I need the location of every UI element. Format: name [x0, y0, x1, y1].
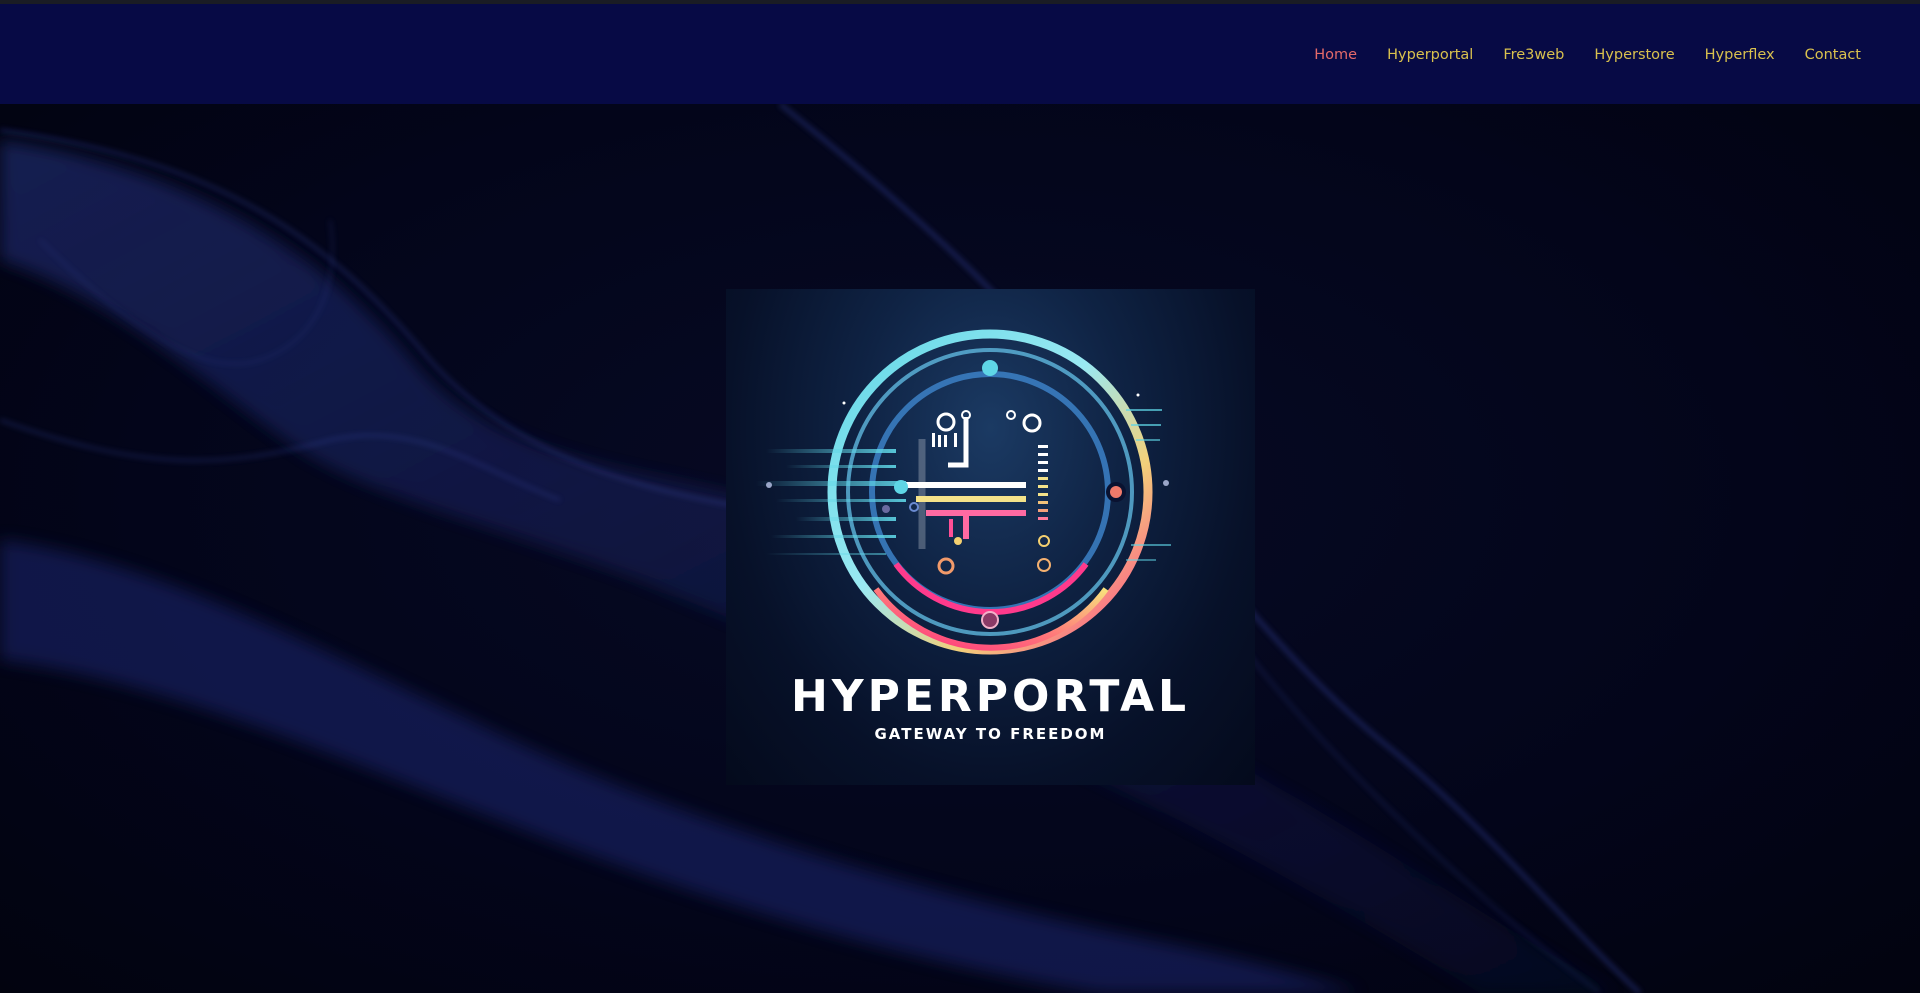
nav-item-home[interactable]: Home	[1299, 46, 1372, 64]
nav-item-hyperstore[interactable]: Hyperstore	[1579, 46, 1689, 64]
nav-item-hyperportal[interactable]: Hyperportal	[1372, 46, 1488, 64]
main-nav: Home Hyperportal Fre3web Hyperstore Hype…	[1299, 46, 1876, 64]
nav-item-fre3web[interactable]: Fre3web	[1488, 46, 1579, 64]
nav-item-contact[interactable]: Contact	[1790, 46, 1876, 64]
nav-item-hyperflex[interactable]: Hyperflex	[1690, 46, 1790, 64]
page: Home Hyperportal Fre3web Hyperstore Hype…	[0, 0, 1920, 993]
hyperportal-logo: HYPERPORTAL GATEWAY TO FREEDOM	[726, 289, 1255, 785]
site-header: Home Hyperportal Fre3web Hyperstore Hype…	[0, 4, 1920, 104]
brand-tagline: GATEWAY TO FREEDOM	[874, 725, 1107, 743]
brand-title: HYPERPORTAL	[790, 671, 1191, 722]
